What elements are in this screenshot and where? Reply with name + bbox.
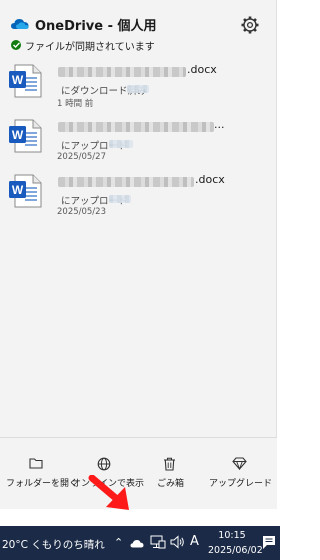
gear-icon[interactable] bbox=[239, 14, 261, 36]
network-icon[interactable] bbox=[150, 535, 166, 549]
file-date: 2025/05/27 bbox=[57, 152, 106, 162]
upgrade-button[interactable]: アップグレード bbox=[205, 438, 275, 510]
file-item[interactable]: W .docx にダウンロード済み 1 時間 前 bbox=[0, 62, 277, 116]
file-date: 1 時間 前 bbox=[57, 99, 94, 109]
onedrive-tray-icon[interactable] bbox=[130, 539, 144, 548]
word-doc-icon: W bbox=[9, 64, 42, 98]
clock-date: 2025/06/02 bbox=[208, 545, 263, 556]
folder-icon bbox=[29, 458, 43, 469]
weather-widget[interactable]: 20°C くもりのち晴れ bbox=[2, 537, 105, 552]
file-date: 2025/05/23 bbox=[57, 207, 106, 217]
flyout-header: OneDrive - 個人用 ファイルが同期されています bbox=[0, 0, 277, 56]
filename-redacted bbox=[58, 67, 186, 77]
check-icon bbox=[11, 40, 21, 50]
svg-text:W: W bbox=[12, 128, 24, 142]
notification-icon[interactable] bbox=[262, 535, 276, 550]
clock-time: 10:15 bbox=[218, 530, 246, 541]
location-redacted bbox=[109, 140, 133, 148]
file-extension: ... bbox=[214, 118, 225, 131]
red-arrow-icon bbox=[88, 475, 129, 510]
filename-redacted bbox=[58, 177, 194, 187]
upgrade-label: アップグレード bbox=[209, 479, 273, 489]
globe-icon bbox=[97, 457, 111, 471]
word-doc-icon: W bbox=[9, 119, 42, 153]
svg-text:W: W bbox=[12, 73, 24, 87]
file-item[interactable]: W ... にアップロード 2025/05/27 bbox=[0, 117, 277, 171]
location-redacted bbox=[127, 85, 149, 93]
chevron-up-icon[interactable]: ⌃ bbox=[114, 536, 123, 549]
diamond-icon bbox=[232, 457, 247, 470]
taskbar: 20°C くもりのち晴れ ⌃ A 10:15 2025/06/02 bbox=[0, 526, 280, 560]
filename-redacted bbox=[58, 122, 214, 132]
open-folder-button[interactable]: フォルダーを開く bbox=[0, 438, 78, 510]
file-extension: .docx bbox=[195, 173, 225, 186]
ime-indicator[interactable]: A bbox=[190, 534, 199, 549]
location-redacted bbox=[109, 195, 131, 203]
recycle-bin-button[interactable]: ごみ箱 bbox=[145, 438, 195, 510]
word-doc-icon: W bbox=[9, 174, 42, 208]
clock[interactable]: 10:15 2025/06/02 bbox=[208, 528, 263, 558]
app-title: OneDrive - 個人用 bbox=[35, 19, 157, 34]
file-item[interactable]: W .docx にアップロード 2025/05/23 bbox=[0, 172, 277, 226]
speaker-icon[interactable] bbox=[170, 535, 185, 549]
onedrive-flyout: OneDrive - 個人用 ファイルが同期されています W .docx にダウ… bbox=[0, 0, 277, 509]
file-extension: .docx bbox=[187, 63, 217, 76]
onedrive-cloud-icon bbox=[11, 19, 29, 29]
sync-status: ファイルが同期されています bbox=[25, 42, 155, 53]
flyout-footer: フォルダーを開く オンラインで表示 ごみ箱 アップグレード bbox=[0, 437, 277, 509]
svg-text:W: W bbox=[12, 183, 24, 197]
trash-icon bbox=[164, 457, 175, 471]
recycle-bin-label: ごみ箱 bbox=[157, 479, 185, 489]
